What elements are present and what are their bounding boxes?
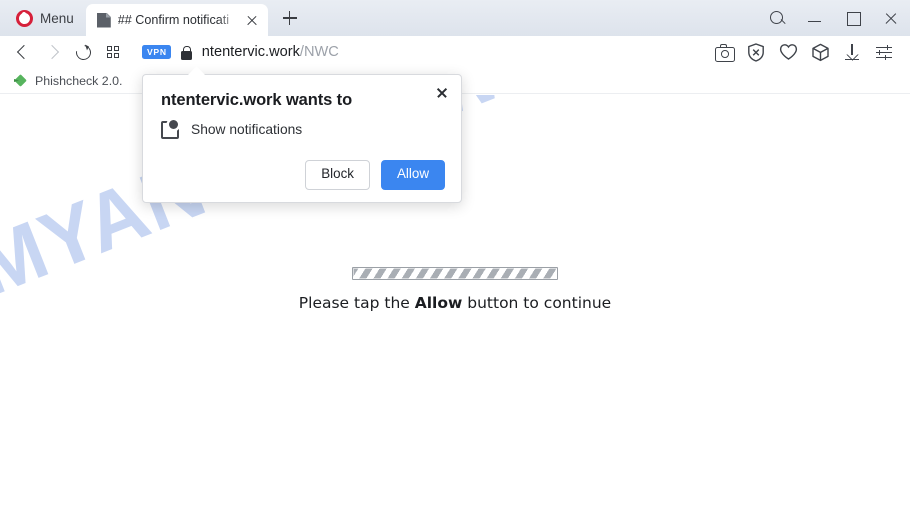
permission-label: Show notifications (191, 122, 303, 137)
url-host: ntentervic.work (201, 44, 300, 60)
search-icon[interactable] (758, 0, 796, 36)
permission-row: Show notifications (161, 120, 445, 139)
maximize-button[interactable] (834, 0, 872, 36)
notification-icon (161, 120, 179, 139)
tab-grid-icon[interactable] (98, 37, 128, 67)
window-controls (758, 0, 910, 36)
instruction-suffix: button to continue (462, 294, 612, 312)
download-icon[interactable] (836, 37, 868, 67)
toolbar-right-icons (708, 37, 900, 67)
cube-icon[interactable] (804, 37, 836, 67)
forward-button (38, 37, 68, 67)
browser-window: Menu ## Confirm notificati VPN ntentervi… (0, 0, 910, 510)
opera-logo-icon (16, 9, 33, 27)
browser-toolbar: VPN ntentervic.work/NWC (0, 36, 910, 68)
minimize-button[interactable] (796, 0, 834, 36)
download-base (845, 59, 859, 61)
bookmark-item-phishcheck[interactable]: Phishcheck 2.0. (14, 74, 122, 88)
dialog-actions: Block Allow (161, 160, 445, 190)
menu-label: Menu (40, 10, 74, 26)
camera-icon[interactable] (708, 37, 740, 67)
progress-bar (352, 267, 558, 280)
heart-icon[interactable] (772, 37, 804, 67)
reload-button[interactable] (68, 37, 98, 67)
progress-instruction: Please tap the Allow button to continue (0, 294, 910, 312)
address-bar[interactable]: VPN ntentervic.work/NWC (128, 37, 708, 67)
dialog-title: ntentervic.work wants to (161, 91, 353, 109)
progress-section: Please tap the Allow button to continue (0, 267, 910, 312)
instruction-prefix: Please tap the (298, 294, 415, 312)
bookmark-label: Phishcheck 2.0. (35, 73, 123, 88)
page-favicon-icon (96, 12, 111, 28)
dialog-close-icon[interactable] (431, 82, 453, 104)
url-text[interactable]: ntentervic.work/NWC (202, 44, 339, 60)
instruction-emphasis: Allow (414, 294, 463, 312)
new-tab-button[interactable] (276, 4, 304, 32)
opera-menu-button[interactable]: Menu (10, 4, 80, 32)
browser-tab[interactable]: ## Confirm notificati (85, 4, 268, 36)
tab-strip: Menu ## Confirm notificati (0, 0, 910, 36)
vpn-badge[interactable]: VPN (142, 45, 171, 59)
close-window-button[interactable] (872, 0, 910, 36)
tab-close-icon[interactable] (242, 10, 262, 30)
shield-block-icon[interactable] (740, 37, 772, 67)
block-button[interactable]: Block (305, 160, 370, 190)
back-button[interactable] (8, 37, 38, 67)
lock-icon[interactable] (180, 45, 193, 60)
notification-permission-dialog: ntentervic.work wants to Show notificati… (142, 66, 462, 203)
phishcheck-icon (14, 74, 27, 87)
tab-title: ## Confirm notificati (117, 13, 230, 27)
allow-button[interactable]: Allow (381, 160, 445, 190)
url-path: /NWC (299, 44, 339, 60)
sliders-icon[interactable] (868, 37, 900, 67)
camera-bump (720, 44, 727, 48)
